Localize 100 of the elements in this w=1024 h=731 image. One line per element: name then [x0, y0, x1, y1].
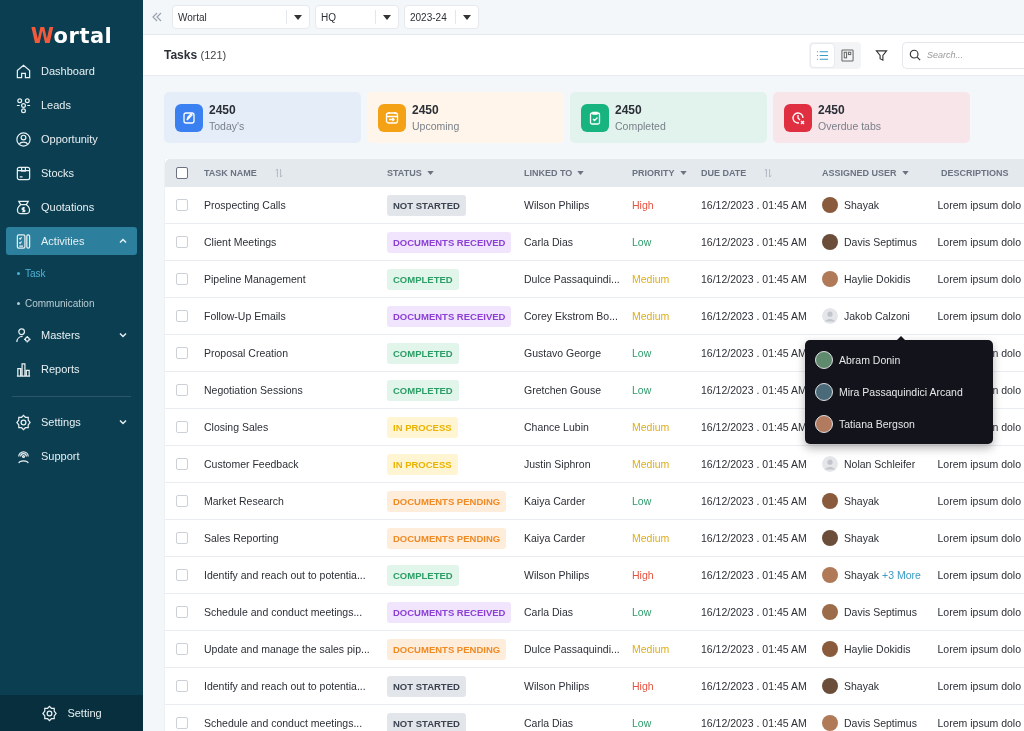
sort-icon[interactable] — [764, 168, 773, 178]
row-checkbox[interactable] — [176, 384, 188, 396]
row-checkbox[interactable] — [176, 532, 188, 544]
row-checkbox[interactable] — [176, 236, 188, 248]
popover-user[interactable]: Mira Passaquindici Arcand — [805, 376, 993, 408]
priority: Medium — [632, 421, 670, 433]
row-checkbox[interactable] — [176, 569, 188, 581]
status-badge: DOCUMENTS RECEIVED — [387, 305, 512, 327]
task-name[interactable]: Schedule and conduct meetings... — [204, 717, 363, 729]
row-checkbox[interactable] — [176, 606, 188, 618]
linked-to: Kaiya Carder — [524, 495, 586, 507]
edit-icon — [175, 103, 203, 132]
user-gear-icon — [15, 326, 32, 344]
people-icon — [15, 96, 32, 114]
task-name[interactable]: Client Meetings — [204, 236, 277, 248]
linked-to: Wilson Philips — [524, 199, 590, 211]
nav-item[interactable]: Stocks — [6, 159, 137, 187]
task-name[interactable]: Negotiation Sessions — [204, 384, 303, 396]
caret-icon[interactable] — [901, 171, 909, 175]
assigned-user: Davis Septimus — [844, 606, 917, 618]
task-name[interactable]: Schedule and conduct meetings... — [204, 606, 363, 618]
clipboard-check-icon — [581, 103, 609, 132]
task-name[interactable]: Pipeline Management — [204, 273, 306, 285]
row-checkbox[interactable] — [176, 421, 188, 433]
linked-to: Carla Dias — [524, 236, 573, 248]
column-header[interactable]: LINKED TO — [524, 168, 573, 178]
nav-item[interactable]: Opportunity — [6, 125, 137, 153]
row-checkbox[interactable] — [176, 273, 188, 285]
chevron-down-icon — [118, 330, 128, 340]
due-date: 16/12/2023 . 01:45 AM — [701, 532, 807, 544]
row-checkbox[interactable] — [176, 199, 188, 211]
column-header[interactable]: STATUS — [387, 168, 422, 178]
filter-icon[interactable] — [875, 48, 888, 62]
nav-item[interactable]: Reports — [6, 355, 137, 383]
description: Lorem ipsum dolo — [937, 458, 1021, 470]
task-name[interactable]: Follow-Up Emails — [204, 310, 286, 322]
caret-icon — [383, 14, 391, 20]
linked-to: Dulce Passaquindi... — [524, 273, 620, 285]
task-name[interactable]: Market Research — [204, 495, 284, 507]
row-checkbox[interactable] — [176, 495, 188, 507]
calendar-icon — [378, 103, 406, 132]
row-checkbox[interactable] — [176, 458, 188, 470]
linked-to: Justin Siphron — [524, 458, 591, 470]
submenu-item[interactable]: Task — [6, 259, 137, 287]
sort-icon[interactable] — [274, 168, 283, 178]
description: Lorem ipsum dolo — [937, 199, 1021, 211]
nav-item[interactable]: Activities — [6, 227, 137, 255]
list-view-button[interactable] — [810, 42, 835, 68]
task-name[interactable]: Sales Reporting — [204, 532, 279, 544]
select-all-checkbox[interactable] — [176, 167, 188, 179]
row-checkbox[interactable] — [176, 310, 188, 322]
task-name[interactable]: Customer Feedback — [204, 458, 299, 470]
dropdown-select[interactable]: 2023-24 — [404, 5, 479, 29]
linked-to: Wilson Philips — [524, 680, 590, 692]
description: Lorem ipsum dolo — [937, 310, 1021, 322]
collapse-icon[interactable] — [151, 11, 163, 23]
stat-value: 2450 — [412, 103, 440, 117]
nav-item[interactable]: Leads — [6, 91, 137, 119]
submenu-item[interactable]: Communication — [6, 289, 137, 317]
column-header[interactable]: DUE DATE — [701, 168, 747, 178]
stat-value: 2450 — [818, 103, 846, 117]
column-header[interactable]: PRIORITY — [632, 168, 675, 178]
task-name[interactable]: Closing Sales — [204, 421, 269, 433]
column-header[interactable]: TASK NAME — [204, 168, 257, 178]
row-checkbox[interactable] — [176, 643, 188, 655]
status-badge: DOCUMENTS RECEIVED — [387, 231, 512, 253]
description: Lorem ipsum dolo — [937, 532, 1021, 544]
task-name[interactable]: Proposal Creation — [204, 347, 289, 359]
caret-icon[interactable] — [577, 171, 585, 175]
task-name[interactable]: Update and manage the sales pip... — [204, 643, 370, 655]
row-checkbox[interactable] — [176, 680, 188, 692]
linked-to: Wilson Philips — [524, 569, 590, 581]
setting-button[interactable]: Setting — [0, 695, 143, 731]
nav-item[interactable]: Dashboard — [6, 57, 137, 85]
due-date: 16/12/2023 . 01:45 AM — [701, 606, 807, 618]
stat-label: Upcoming — [412, 120, 460, 132]
due-date: 16/12/2023 . 01:45 AM — [701, 199, 807, 211]
nav-item[interactable]: Support — [6, 442, 137, 470]
nav-item[interactable]: Settings — [6, 408, 137, 436]
search-field[interactable]: Search... — [902, 41, 1024, 69]
caret-icon[interactable] — [426, 171, 434, 175]
assigned-user: Shayak — [844, 199, 880, 211]
description: n dolo — [992, 347, 1021, 359]
dropdown-select[interactable]: Wortal — [172, 5, 310, 29]
priority: Medium — [632, 643, 670, 655]
status-badge: DOCUMENTS PENDING — [387, 638, 507, 660]
nav-item[interactable]: Masters — [6, 321, 137, 349]
column-header[interactable]: ASSIGNED USER — [822, 168, 897, 178]
row-checkbox[interactable] — [176, 347, 188, 359]
caret-icon[interactable] — [679, 171, 687, 175]
due-date: 16/12/2023 . 01:45 AM — [701, 458, 807, 470]
popover-user[interactable]: Abram Donin — [805, 344, 993, 376]
box-icon — [15, 164, 32, 182]
dropdown-select[interactable]: HQ — [315, 5, 399, 29]
task-name[interactable]: Prospecting Calls — [204, 199, 286, 211]
row-checkbox[interactable] — [176, 717, 188, 729]
task-name[interactable]: Identify and reach out to potentia... — [204, 680, 366, 692]
nav-item[interactable]: Quotations — [6, 193, 137, 221]
task-name[interactable]: Identify and reach out to potentia... — [204, 569, 366, 581]
popover-user[interactable]: Tatiana Bergson — [805, 408, 993, 440]
